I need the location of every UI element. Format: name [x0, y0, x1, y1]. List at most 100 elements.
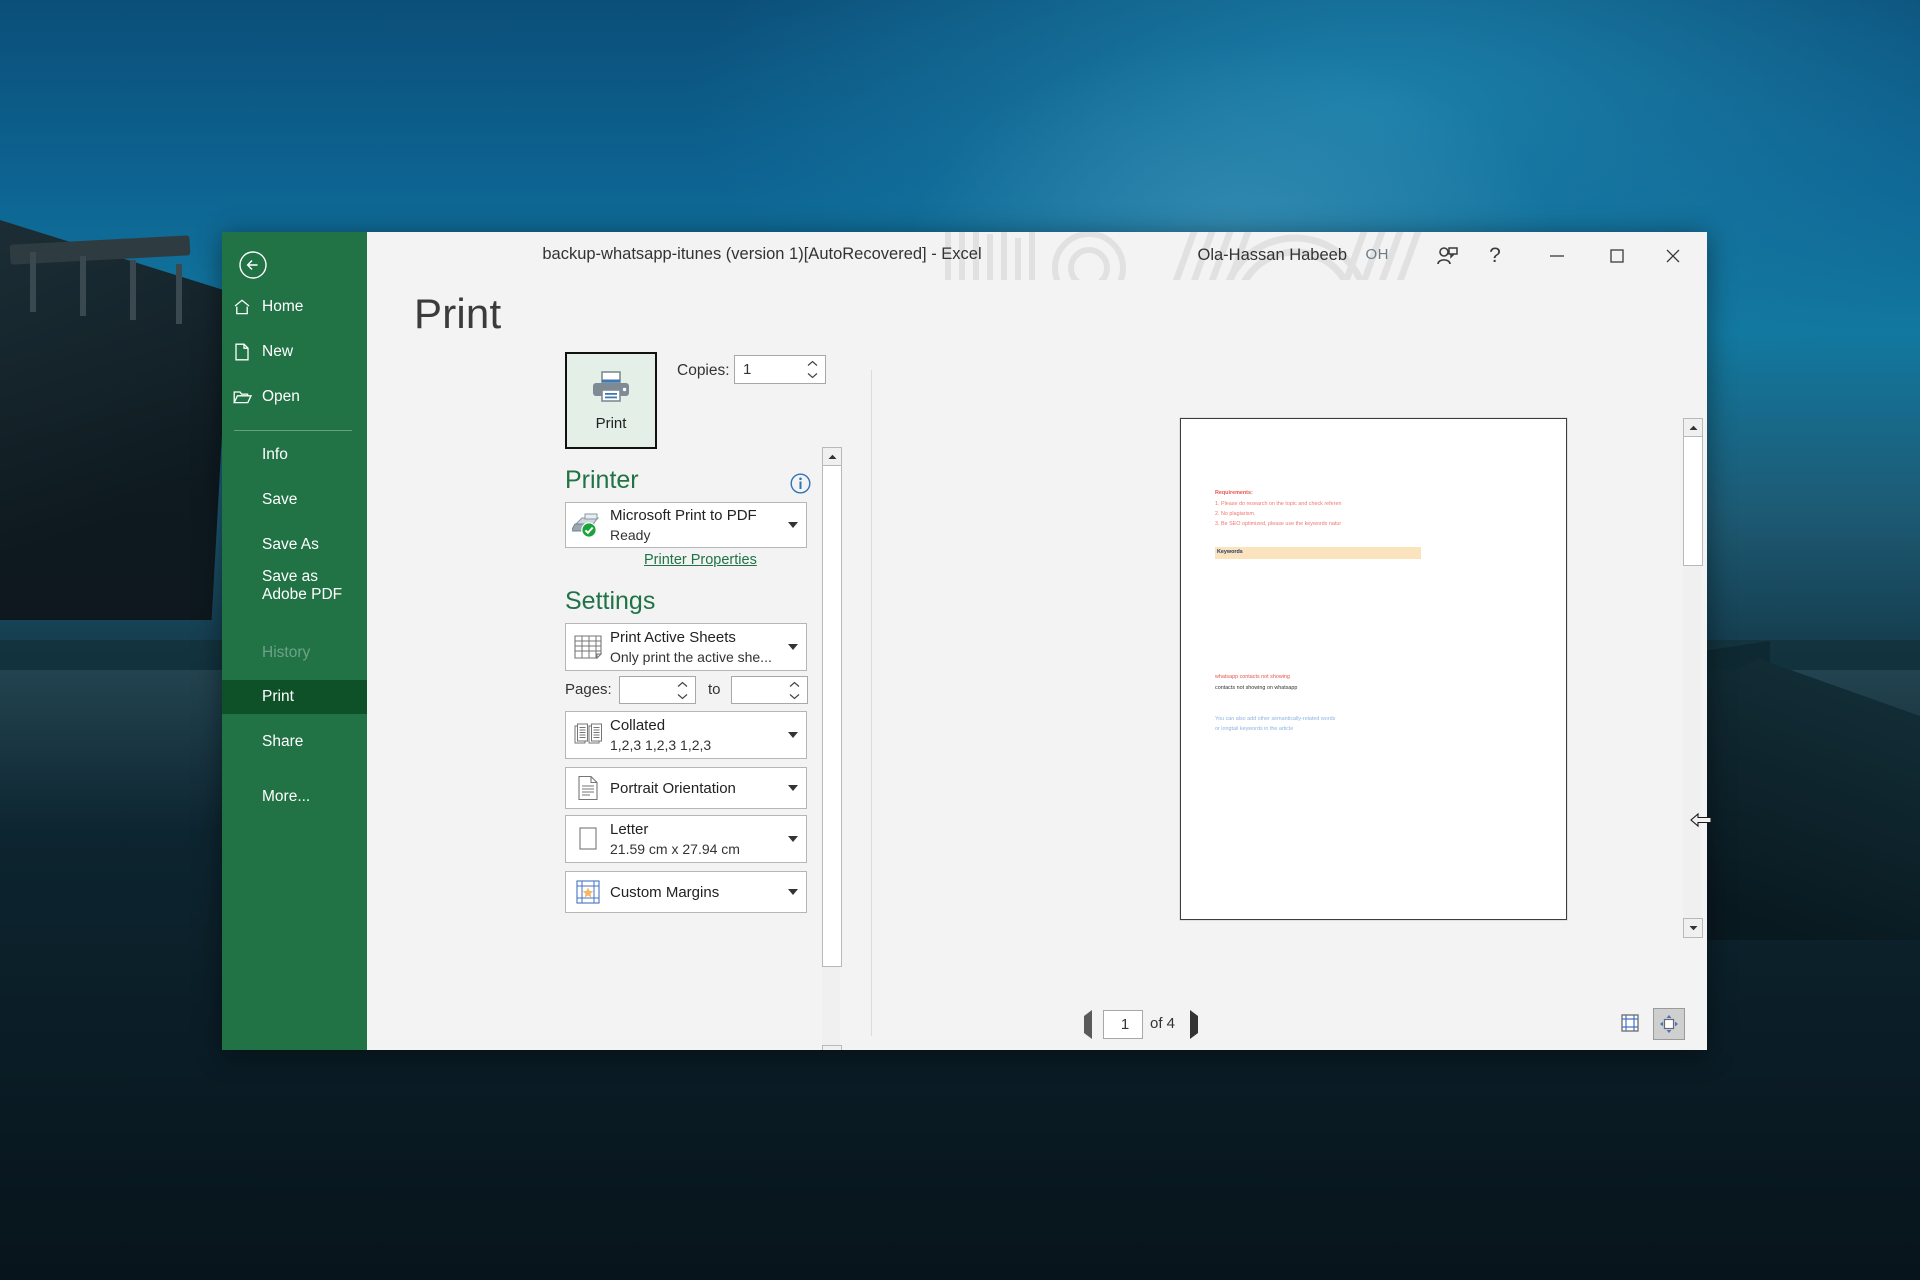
preview-scrollbar-thumb[interactable]	[1683, 436, 1703, 566]
printer-properties-link[interactable]: Printer Properties	[644, 552, 757, 568]
sidebar-item-save-as-adobe-pdf[interactable]: Save as Adobe PDF	[222, 566, 367, 612]
show-margins-button[interactable]	[1615, 1008, 1645, 1038]
sidebar-item-label: Share	[262, 733, 304, 750]
pages-from-input[interactable]	[620, 677, 680, 703]
sidebar-item-new[interactable]: New	[222, 335, 367, 369]
setting-line1: Collated	[610, 717, 666, 734]
sidebar-item-history: History	[222, 636, 367, 670]
print-button[interactable]: Print	[565, 352, 657, 449]
sidebar-item-open[interactable]: Open	[222, 380, 367, 414]
printer-icon	[591, 370, 631, 409]
mouse-cursor	[1690, 812, 1896, 833]
scroll-up-icon[interactable]	[1683, 418, 1703, 438]
spinner-up-icon	[677, 681, 687, 688]
sidebar-item-print[interactable]: Print	[222, 680, 367, 714]
scroll-down-icon[interactable]	[822, 1045, 842, 1050]
spinner-down-icon	[789, 693, 799, 700]
spinner-up-icon	[789, 681, 799, 688]
pages-to-label: to	[708, 681, 721, 698]
next-page-button[interactable]	[1190, 1010, 1198, 1039]
maximize-icon[interactable]	[1595, 240, 1639, 272]
document-requirement-2: 2. No plagiarism.	[1215, 511, 1256, 517]
margins-select[interactable]: Custom Margins	[565, 871, 807, 913]
printer-select[interactable]: Microsoft Print to PDF Ready	[565, 502, 807, 548]
copies-input[interactable]	[735, 356, 809, 383]
worksheet-icon	[566, 634, 610, 660]
document-keywords-heading: Keywords	[1217, 549, 1243, 555]
page-number-input[interactable]	[1104, 1011, 1146, 1038]
sidebar-item-label: Save	[262, 491, 298, 508]
chevron-down-icon[interactable]	[780, 836, 806, 842]
avatar[interactable]: OH	[1366, 246, 1390, 263]
scroll-down-icon[interactable]	[1683, 918, 1703, 938]
printer-heading: Printer	[565, 466, 639, 494]
previous-page-button[interactable]	[1084, 1010, 1092, 1039]
sidebar-item-label: New	[262, 343, 294, 360]
settings-heading: Settings	[565, 587, 656, 615]
chevron-down-icon[interactable]	[780, 889, 806, 895]
chevron-down-icon[interactable]	[780, 644, 806, 650]
copies-stepper[interactable]	[734, 355, 826, 384]
setting-line2: 1,2,3 1,2,3 1,2,3	[610, 737, 712, 753]
show-margins-icon	[1621, 1014, 1639, 1032]
pages-to-spinner-arrows[interactable]	[785, 679, 803, 702]
pages-from-stepper[interactable]	[619, 676, 696, 704]
collation-select[interactable]: Collated 1,2,3 1,2,3 1,2,3	[565, 711, 807, 759]
sidebar-item-home[interactable]: Home	[222, 290, 367, 324]
pages-label: Pages:	[565, 681, 612, 698]
print-what-select[interactable]: Print Active Sheets Only print the activ…	[565, 623, 807, 671]
wallpaper-post	[80, 256, 86, 316]
orientation-select[interactable]: Portrait Orientation	[565, 767, 807, 809]
page-number-box[interactable]	[1103, 1010, 1146, 1039]
collate-icon	[566, 722, 610, 748]
paper-size-select[interactable]: Letter 21.59 cm x 27.94 cm	[565, 815, 807, 863]
paper-size-icon	[566, 826, 610, 852]
print-button-label: Print	[595, 414, 627, 432]
home-icon	[222, 298, 262, 316]
spinner-up-icon	[807, 360, 817, 367]
person-card-icon[interactable]	[1425, 240, 1469, 272]
help-button[interactable]: ?	[1473, 240, 1517, 272]
spinner-down-icon	[807, 372, 817, 379]
sidebar-item-save-as[interactable]: Save As	[222, 528, 367, 562]
account-name[interactable]: Ola-Hassan Habeeb	[1198, 246, 1348, 265]
info-icon[interactable]	[790, 473, 811, 499]
chevron-down-icon[interactable]	[780, 732, 806, 738]
excel-backstage-window: backup-whatsapp-itunes (version 1)[AutoR…	[222, 232, 1707, 1050]
sidebar-item-info[interactable]: Info	[222, 438, 367, 472]
printer-status: Ready	[610, 527, 651, 543]
sidebar-item-label: Save As	[262, 536, 319, 553]
chevron-down-icon[interactable]	[780, 522, 806, 528]
sidebar-item-label: Home	[262, 298, 304, 315]
back-arrow-icon[interactable]	[236, 248, 270, 282]
settings-scrollbar-thumb[interactable]	[822, 465, 842, 967]
close-icon[interactable]	[1651, 240, 1695, 272]
pages-from-spinner-arrows[interactable]	[673, 679, 691, 702]
sidebar-item-label: More...	[262, 788, 311, 805]
pages-to-input[interactable]	[732, 677, 792, 703]
portrait-page-icon	[566, 775, 610, 801]
preview-scrollbar[interactable]	[1683, 418, 1703, 938]
sidebar-item-share[interactable]: Share	[222, 725, 367, 759]
nav-divider	[234, 430, 352, 431]
preview-page: Requirements: 1. Please do research on t…	[1180, 418, 1567, 920]
copies-spinner-arrows[interactable]	[803, 358, 821, 381]
zoom-to-page-icon	[1660, 1015, 1678, 1033]
scroll-up-icon[interactable]	[822, 447, 842, 467]
sidebar-item-more[interactable]: More...	[222, 780, 367, 814]
chevron-down-icon[interactable]	[780, 785, 806, 791]
pages-to-stepper[interactable]	[731, 676, 808, 704]
window-title: backup-whatsapp-itunes (version 1)[AutoR…	[542, 245, 982, 263]
document-keywords-band	[1215, 547, 1421, 559]
document-requirement-3: 3. Be SEO optimized, please use the keyw…	[1215, 521, 1342, 527]
document-note-line-1: You can also add other semantically-rela…	[1215, 716, 1336, 722]
document-requirements-title: Requirements:	[1215, 490, 1253, 496]
spinner-down-icon	[677, 693, 687, 700]
sidebar-item-label: History	[262, 644, 311, 661]
open-folder-icon	[222, 389, 262, 405]
zoom-to-page-button[interactable]	[1653, 1008, 1685, 1040]
preview-bottom-bar: of 4	[872, 1008, 1707, 1040]
minimize-icon[interactable]	[1535, 240, 1579, 272]
settings-scrollbar[interactable]	[822, 447, 842, 1050]
sidebar-item-save[interactable]: Save	[222, 483, 367, 517]
